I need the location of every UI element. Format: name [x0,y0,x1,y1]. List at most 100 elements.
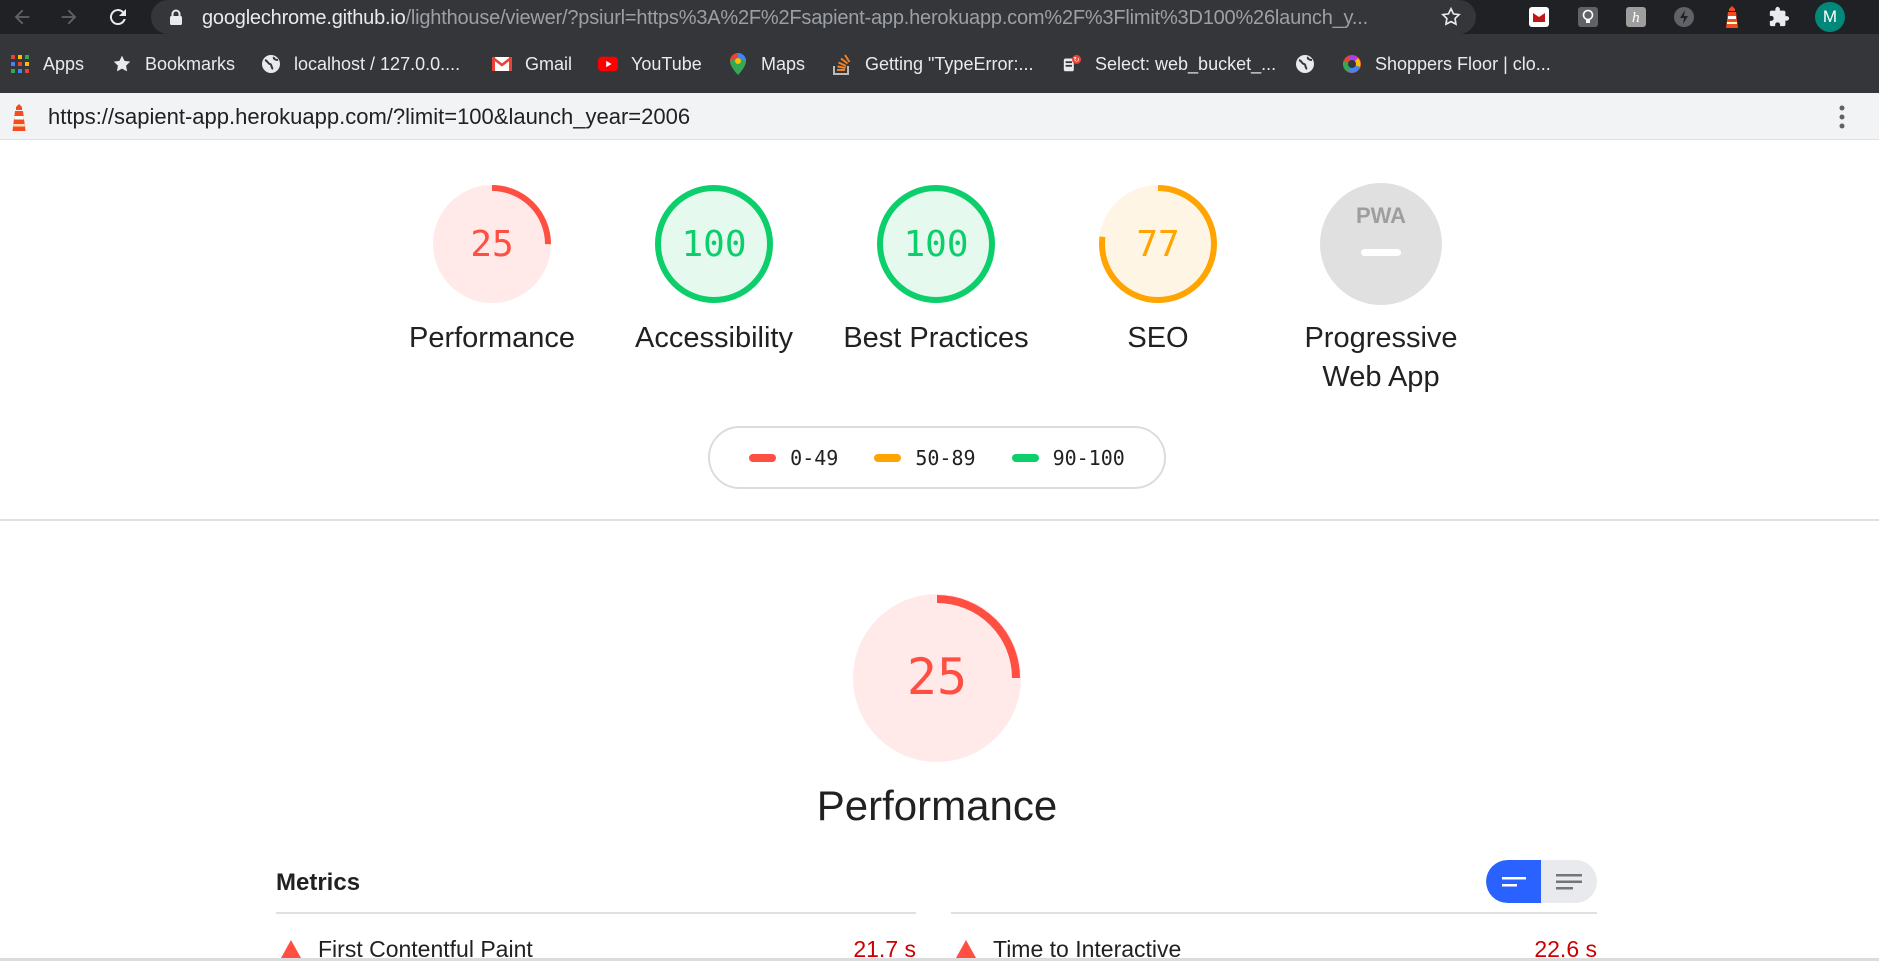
gauge-pwa[interactable]: PWA Progressive Web App [1281,183,1481,397]
bookmark-label: Maps [761,53,806,74]
lines-short-icon [1501,876,1526,886]
more-menu-icon[interactable] [1838,104,1846,130]
bookmark-label: Getting "TypeError:... [865,53,1034,74]
puzzle-icon[interactable] [1767,5,1791,29]
chrome-like-icon [1342,54,1362,74]
gauge-label: Progressive Web App [1304,322,1458,393]
fail-triangle-icon [281,940,301,958]
gauge-best-practices[interactable]: 100 Best Practices [836,183,1036,358]
svg-text:h: h [1632,11,1640,26]
bookmark-bookmarks[interactable]: Bookmarks [112,52,235,76]
apps-grid-icon [10,54,30,74]
gauge-score: 25 [907,648,967,706]
metric-column-right: Time to Interactive 22.6 s [951,912,1597,961]
legend-item-pass: 90-100 [1011,445,1125,470]
bookmark-maps[interactable]: Maps [728,52,805,76]
metrics-heading: Metrics [276,869,361,896]
bookmark-youtube[interactable]: YouTube [598,52,702,76]
bookmark-shoppers-floor[interactable]: Shoppers Floor | clo... [1342,52,1551,76]
globe-icon [1295,54,1315,74]
section-title: Performance [816,782,1058,829]
legend-swatch [749,453,777,462]
expanded-view-button[interactable] [1541,860,1597,903]
bulb-icon[interactable] [1576,5,1600,29]
performance-big-gauge: 25 [853,594,1021,762]
globe-icon [261,54,281,74]
gauge-seo[interactable]: 77 SEO [1058,183,1258,358]
bookmark-localhost[interactable]: localhost / 127.0.0.... [261,52,460,76]
gauge-performance[interactable]: 25 Performance [392,183,592,358]
bookmark-gmail[interactable]: Gmail [492,52,572,76]
gmail-icon [492,54,512,74]
forward-button[interactable] [54,2,84,32]
legend-range: 0-49 [790,445,839,470]
bookmark-apps[interactable]: Apps [10,52,84,76]
gauge-ring: 100 [655,185,773,303]
youtube-icon [598,54,618,74]
lighthouse-logo-icon [12,104,26,131]
star-icon [112,54,132,74]
reload-icon [109,9,126,26]
legend-swatch [874,453,902,462]
lines-long-icon [1556,873,1582,889]
bookmark-stackoverflow[interactable]: Getting "TypeError:... [832,52,1033,76]
bookmark-globe[interactable] [1295,52,1328,76]
metric-column-left: First Contentful Paint 21.7 s [276,912,916,961]
gauge-ring: 100 [877,185,995,303]
gauge-ring: 25 [433,185,551,303]
maps-icon [728,53,748,75]
pwa-dash-icon [1361,249,1401,256]
bookmark-label: Select: web_bucket_... [1095,53,1277,74]
bookmark-label: Gmail [525,53,573,74]
stackoverflow-icon [832,54,852,75]
arrow-left-icon [14,9,30,25]
address-url: googlechrome.github.io/lighthouse/viewer… [202,7,1382,30]
pwa-badge: PWA [1320,183,1442,305]
legend-item-fail: 0-49 [749,446,838,470]
bookmark-select-web-bucket[interactable]: ↻ Select: web_bucket_... [1062,52,1276,76]
lighthouse-icon[interactable] [1720,5,1744,29]
db-icon: ↻ [1062,54,1082,74]
url-host: googlechrome.github.io [202,7,406,29]
legend-range: 90-100 [1052,445,1125,470]
url-path: /lighthouse/viewer/?psiurl=https%3A%2F%2… [405,7,1369,29]
legend-swatch [1011,453,1039,462]
pwa-badge-text: PWA [1356,203,1406,228]
fail-triangle-icon [956,940,976,958]
arrow-right-icon [61,9,77,25]
bookmark-label: localhost / 127.0.0.... [294,53,461,74]
bookmark-label: YouTube [631,53,702,74]
gauge-label: Best Practices [843,322,1029,354]
reload-button[interactable] [103,2,133,32]
lighthouse-topbar: https://sapient-app.herokuapp.com/?limit… [0,93,1879,140]
report-url: https://sapient-app.herokuapp.com/?limit… [48,104,691,129]
profile-avatar[interactable]: M [1815,2,1845,32]
metrics-view-toggle[interactable] [1486,860,1597,903]
bookmark-label: Shoppers Floor | clo... [1375,53,1551,74]
legend-range: 50-89 [915,445,976,470]
compact-view-button[interactable] [1486,860,1541,903]
section-divider [0,519,1879,521]
heroku-icon[interactable]: h [1624,5,1648,29]
back-button[interactable] [7,2,37,32]
gauge-label: Performance [408,322,575,354]
svg-text:↻: ↻ [1073,55,1079,64]
gauge-score: 100 [681,224,746,265]
legend-item-average: 50-89 [874,445,976,470]
address-bar[interactable]: googlechrome.github.io/lighthouse/viewer… [151,0,1476,34]
bookmark-label: Apps [43,53,85,74]
profile-initial: M [1822,7,1838,26]
gauge-ring: 77 [1099,185,1217,303]
bookmark-star-icon[interactable] [1440,6,1462,28]
score-legend: 0-49 50-89 90-100 [708,426,1166,489]
bookmark-label: Bookmarks [145,53,236,74]
gauge-accessibility[interactable]: 100 Accessibility [614,183,814,358]
lock-icon [170,9,182,25]
mcafee-icon[interactable] [1527,5,1551,29]
lightning-icon[interactable] [1672,5,1696,29]
gauge-score: 100 [903,224,968,265]
gauge-score: 25 [470,224,513,265]
browser-toolbar: googlechrome.github.io/lighthouse/viewer… [0,0,1879,34]
gauge-score: 77 [1136,224,1179,265]
gauge-label: SEO [1127,322,1189,354]
